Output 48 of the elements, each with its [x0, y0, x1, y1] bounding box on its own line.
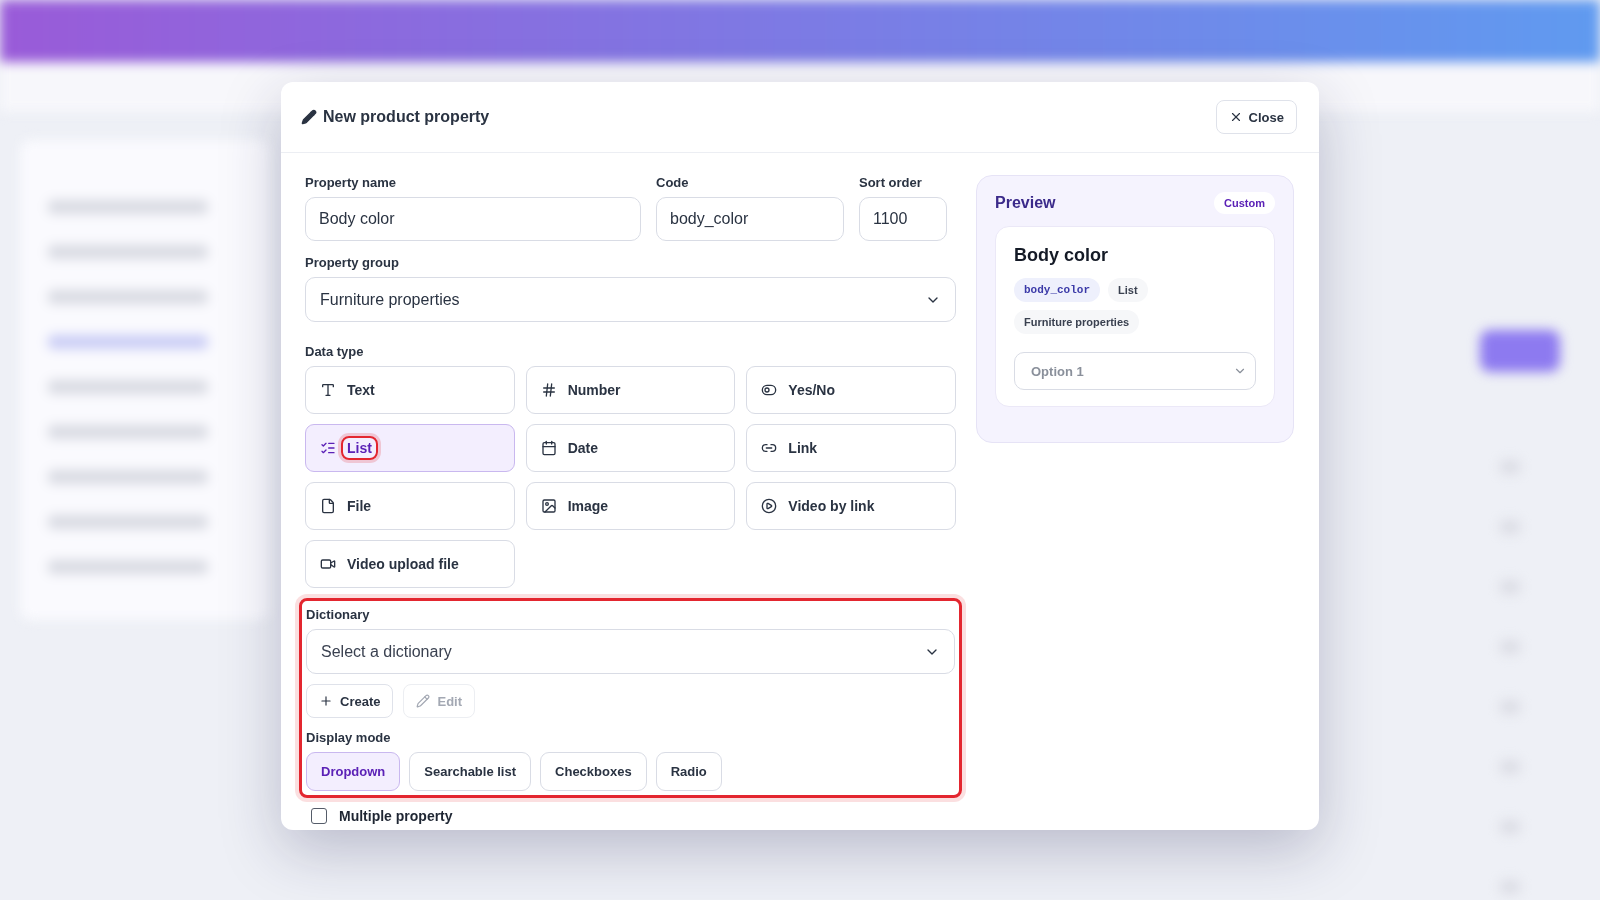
type-option[interactable]: Date [525, 424, 736, 472]
calendar-icon [540, 440, 557, 456]
type-option[interactable]: File [305, 482, 515, 530]
pencil-icon [301, 109, 317, 125]
type-option[interactable]: Video upload file [305, 540, 515, 588]
hash-icon [540, 382, 557, 398]
play-circle-icon [761, 498, 778, 514]
dialog-title: New product property [323, 108, 490, 126]
field-label: Code [656, 175, 690, 190]
tag: Furniture properties [1014, 310, 1140, 334]
type-option[interactable]: Number [525, 366, 736, 414]
close-button[interactable]: Close [1215, 100, 1297, 134]
select-field[interactable]: Furniture properties [305, 277, 956, 322]
custom-badge: Custom [1214, 192, 1275, 214]
image-icon [540, 498, 557, 514]
field-label: Data type [305, 344, 365, 359]
mode-option[interactable]: Searchable list [409, 752, 532, 791]
toggle-icon [761, 382, 778, 398]
type-option[interactable]: Text [305, 366, 515, 414]
checkbox-label: Multiple property [339, 808, 453, 824]
pencil-icon [416, 694, 431, 708]
plus-icon [319, 694, 333, 708]
preview-title: Preview [995, 194, 1056, 212]
type-option[interactable]: Image [525, 482, 736, 530]
field-label: Sort order [859, 175, 923, 190]
video-camera-icon [320, 556, 336, 572]
tag: body_color [1014, 278, 1100, 302]
mode-option[interactable]: Radio [655, 752, 722, 791]
text-field[interactable]: 1100 [859, 197, 947, 241]
mode-option[interactable]: Dropdown [306, 752, 401, 791]
type-option[interactable]: Video by link [746, 482, 956, 530]
field-label: Display mode [306, 730, 392, 745]
file-icon [320, 498, 336, 514]
field-label: Dictionary [306, 607, 371, 622]
field-label: Property group [305, 255, 400, 270]
field-label: Property name [305, 175, 398, 190]
type-option[interactable]: Yes/No [746, 366, 956, 414]
tag: List [1108, 278, 1148, 302]
select-field[interactable]: Select a dictionary [306, 629, 955, 674]
text-field[interactable]: body_color [656, 197, 844, 241]
type-option[interactable]: Link [746, 424, 956, 472]
create-button[interactable]: Create [306, 684, 394, 718]
property-name: Body color [1014, 245, 1109, 266]
checkbox[interactable] [311, 808, 327, 824]
type-option[interactable]: List [305, 424, 515, 472]
text-field[interactable]: Body color [305, 197, 641, 241]
mode-option[interactable]: Checkboxes [540, 752, 647, 791]
checklist-icon [320, 440, 336, 456]
